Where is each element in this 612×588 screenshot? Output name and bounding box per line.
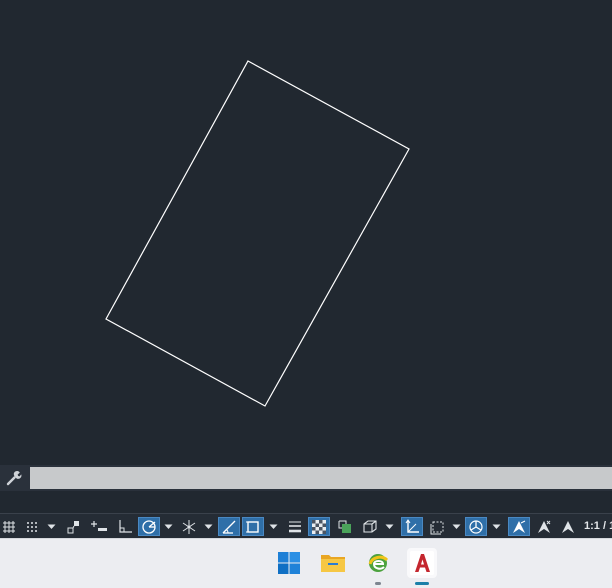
windows-taskbar bbox=[0, 538, 612, 588]
chevron-down-icon[interactable] bbox=[268, 517, 279, 536]
status-bar: 1:1 / 1 bbox=[0, 513, 612, 538]
customize-wrench-icon[interactable] bbox=[3, 468, 25, 488]
chevron-down-icon[interactable] bbox=[451, 517, 462, 536]
model-space-svg[interactable] bbox=[0, 0, 612, 465]
snap-mode-icon[interactable] bbox=[22, 517, 42, 536]
gizmo-icon[interactable] bbox=[465, 517, 487, 536]
layout-tab-strip bbox=[0, 491, 612, 513]
rectangle-entity[interactable] bbox=[105, 60, 410, 407]
annotation-scale-icon[interactable] bbox=[557, 517, 579, 536]
browser-icon[interactable] bbox=[363, 548, 393, 578]
grid-icon[interactable] bbox=[0, 517, 18, 536]
isometric-drafting-icon[interactable] bbox=[178, 517, 200, 536]
browser-running-indicator bbox=[375, 582, 381, 585]
chevron-down-icon[interactable] bbox=[384, 517, 395, 536]
3d-object-snap-icon[interactable] bbox=[359, 517, 381, 536]
autocad-icon[interactable] bbox=[407, 548, 437, 578]
ortho-mode-icon[interactable] bbox=[114, 517, 136, 536]
file-explorer-icon[interactable] bbox=[318, 548, 348, 578]
drawing-canvas[interactable] bbox=[0, 0, 612, 465]
annotation-scale-label[interactable]: 1:1 / 1 bbox=[584, 517, 612, 536]
infer-constraints-icon[interactable] bbox=[63, 517, 85, 536]
object-snap-tracking-icon[interactable] bbox=[218, 517, 240, 536]
annotation-visibility-icon[interactable] bbox=[508, 517, 530, 536]
object-snap-icon[interactable] bbox=[242, 517, 264, 536]
chevron-down-icon[interactable] bbox=[163, 517, 174, 536]
selection-filter-icon[interactable] bbox=[426, 517, 448, 536]
polar-tracking-icon[interactable] bbox=[138, 517, 160, 536]
command-input[interactable] bbox=[30, 467, 612, 489]
chevron-down-icon[interactable] bbox=[491, 517, 502, 536]
lineweight-icon[interactable] bbox=[284, 517, 306, 536]
selection-cycling-icon[interactable] bbox=[334, 517, 356, 536]
dynamic-input-icon[interactable] bbox=[88, 517, 110, 536]
dynamic-ucs-icon[interactable] bbox=[401, 517, 423, 536]
transparency-icon[interactable] bbox=[308, 517, 330, 536]
auto-scale-icon[interactable] bbox=[533, 517, 555, 536]
command-line-bar bbox=[0, 465, 612, 491]
chevron-down-icon[interactable] bbox=[203, 517, 214, 536]
windows-start-icon[interactable] bbox=[274, 548, 304, 578]
autocad-active-indicator bbox=[415, 582, 429, 585]
chevron-down-icon[interactable] bbox=[46, 517, 57, 536]
